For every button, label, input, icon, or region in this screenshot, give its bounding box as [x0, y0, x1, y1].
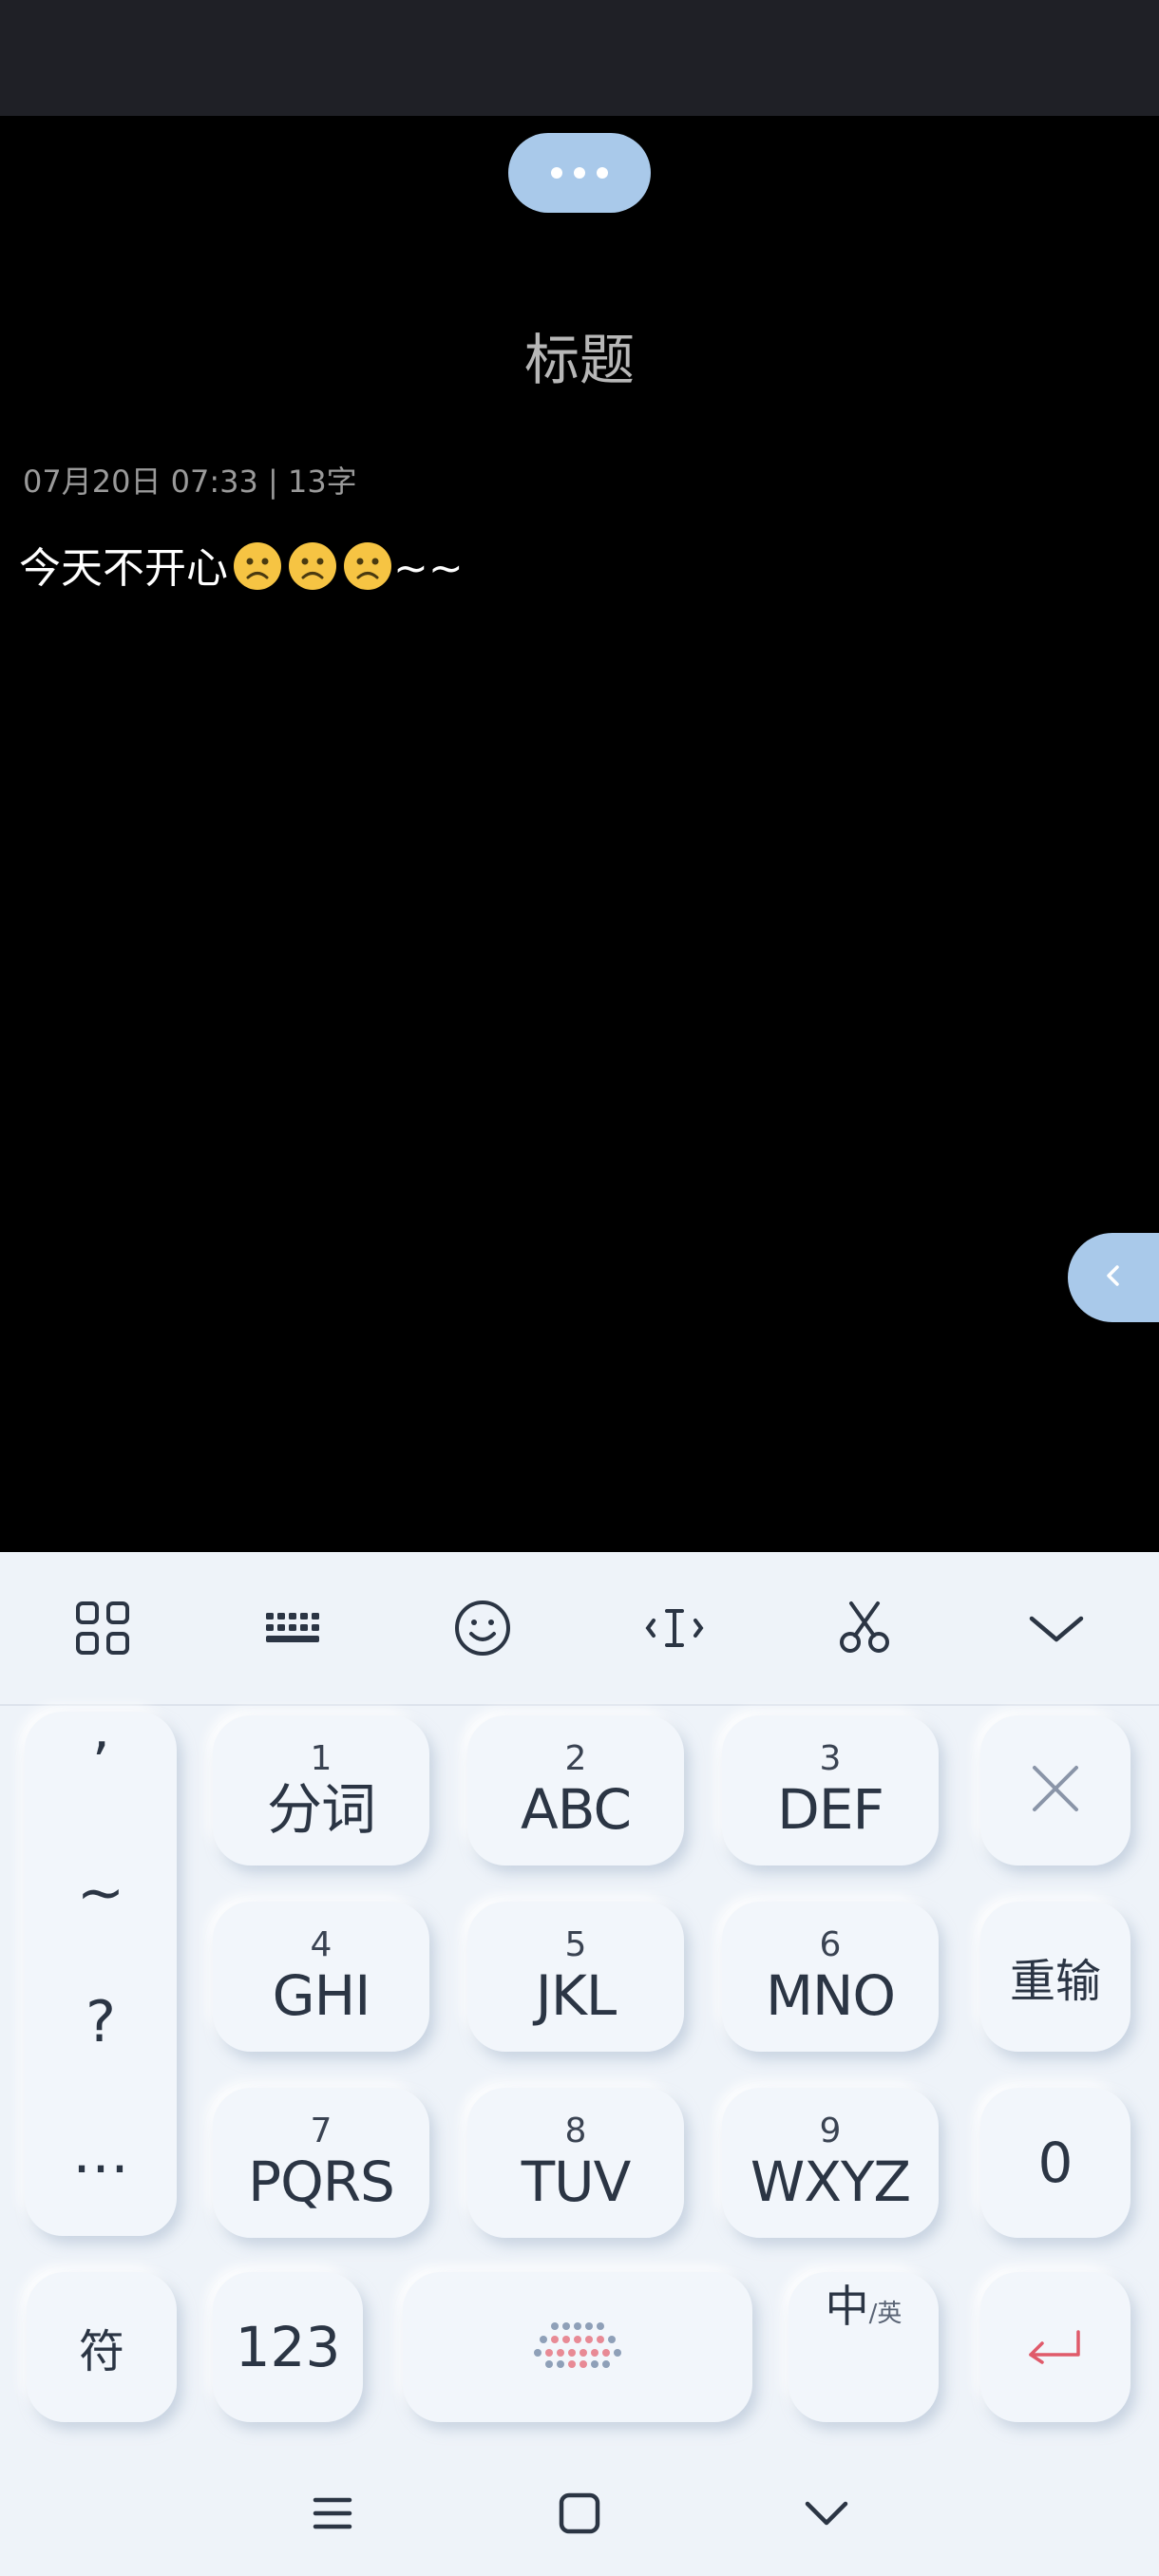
- punct-apostrophe[interactable]: ’: [25, 1731, 177, 1797]
- key-8[interactable]: 8 TUV: [467, 2088, 684, 2238]
- key-number: 9: [819, 2112, 842, 2150]
- enter-icon: [1025, 2326, 1086, 2368]
- lang-sub-label: /英: [868, 2300, 902, 2328]
- key-letters: TUV: [521, 2150, 632, 2214]
- dot: [597, 167, 608, 179]
- dot: [551, 167, 562, 179]
- voice-dots-icon: [532, 2317, 623, 2377]
- key-9[interactable]: 9 WXYZ: [722, 2088, 939, 2238]
- key-letters: GHI: [272, 1963, 371, 2028]
- key-7[interactable]: 7 PQRS: [213, 2088, 429, 2238]
- sad-face-icon: [232, 540, 283, 602]
- numbers-button[interactable]: 123: [213, 2272, 363, 2422]
- lang-main-label: 中: [825, 2281, 869, 2332]
- dot: [574, 167, 585, 179]
- key-2[interactable]: 2 ABC: [467, 1715, 684, 1866]
- punct-ellipsis[interactable]: …: [25, 2120, 177, 2187]
- sad-face-icon: [342, 540, 393, 602]
- reenter-button[interactable]: 重输: [980, 1902, 1130, 2052]
- key-0[interactable]: 0: [980, 2088, 1130, 2238]
- reenter-label: 重输: [1009, 1955, 1101, 2008]
- keyboard-icon[interactable]: [255, 1590, 331, 1666]
- key-number: 7: [310, 2112, 332, 2150]
- note-body-text: 今天不开心: [19, 544, 228, 593]
- key-letters: ABC: [521, 1777, 632, 1842]
- sad-face-icon: [287, 540, 338, 602]
- key-number: 4: [310, 1925, 332, 1964]
- emoji-icon[interactable]: [445, 1590, 521, 1666]
- chevron-down-icon[interactable]: [1018, 1590, 1094, 1666]
- punct-question[interactable]: ?: [25, 1989, 177, 2055]
- numbers-label: 123: [235, 2315, 341, 2379]
- cursor-icon[interactable]: [636, 1590, 712, 1666]
- note-body[interactable]: 今天不开心 ~~: [19, 534, 464, 602]
- delete-button[interactable]: [980, 1715, 1130, 1866]
- key-letters: 分词: [266, 1777, 376, 1842]
- key-letters: PQRS: [248, 2150, 395, 2214]
- key-number: 8: [564, 2112, 587, 2150]
- enter-button[interactable]: [980, 2272, 1130, 2422]
- symbol-label: 符: [78, 2325, 124, 2378]
- keyboard-toolbar: [0, 1552, 1159, 1706]
- note-body-tail: ~~: [393, 544, 464, 593]
- key-5[interactable]: 5 JKL: [467, 1902, 684, 2052]
- home-icon[interactable]: [551, 2485, 608, 2542]
- key-4[interactable]: 4 GHI: [213, 1902, 429, 2052]
- note-title[interactable]: 标题: [0, 315, 1159, 395]
- close-icon: [1029, 1762, 1082, 1819]
- space-button[interactable]: [403, 2272, 752, 2422]
- navigation-bar: [0, 2451, 1159, 2576]
- key-zero-label: 0: [1037, 2131, 1074, 2195]
- chevron-left-icon: [1099, 1261, 1128, 1294]
- menu-icon[interactable]: [304, 2485, 361, 2542]
- key-number: 6: [819, 1925, 842, 1964]
- language-toggle-button[interactable]: 中 /英: [788, 2272, 939, 2422]
- key-letters: WXYZ: [750, 2150, 911, 2214]
- key-6[interactable]: 6 MNO: [722, 1902, 939, 2052]
- key-letters: DEF: [777, 1777, 884, 1842]
- symbol-button[interactable]: 符: [27, 2272, 177, 2422]
- note-editor: 标题 07月20日 07:33 | 13字 今天不开心 ~~: [0, 116, 1159, 1552]
- grid-icon[interactable]: [65, 1590, 141, 1666]
- key-letters: MNO: [765, 1963, 896, 2028]
- back-chevron-icon[interactable]: [798, 2485, 855, 2542]
- key-number: 3: [819, 1739, 842, 1778]
- punctuation-column[interactable]: ’ ~ ? …: [25, 1712, 177, 2236]
- scissors-icon[interactable]: [826, 1590, 902, 1666]
- key-number: 1: [310, 1739, 332, 1778]
- key-number: 2: [564, 1739, 587, 1778]
- status-bar: [0, 0, 1159, 116]
- note-meta: 07月20日 07:33 | 13字: [23, 464, 357, 500]
- key-number: 5: [564, 1925, 587, 1964]
- key-letters: JKL: [535, 1963, 617, 2028]
- punct-tilde[interactable]: ~: [25, 1860, 177, 1926]
- key-1[interactable]: 1 分词: [213, 1715, 429, 1866]
- more-options-button[interactable]: [508, 133, 651, 213]
- side-panel-tab[interactable]: [1068, 1233, 1159, 1322]
- key-3[interactable]: 3 DEF: [722, 1715, 939, 1866]
